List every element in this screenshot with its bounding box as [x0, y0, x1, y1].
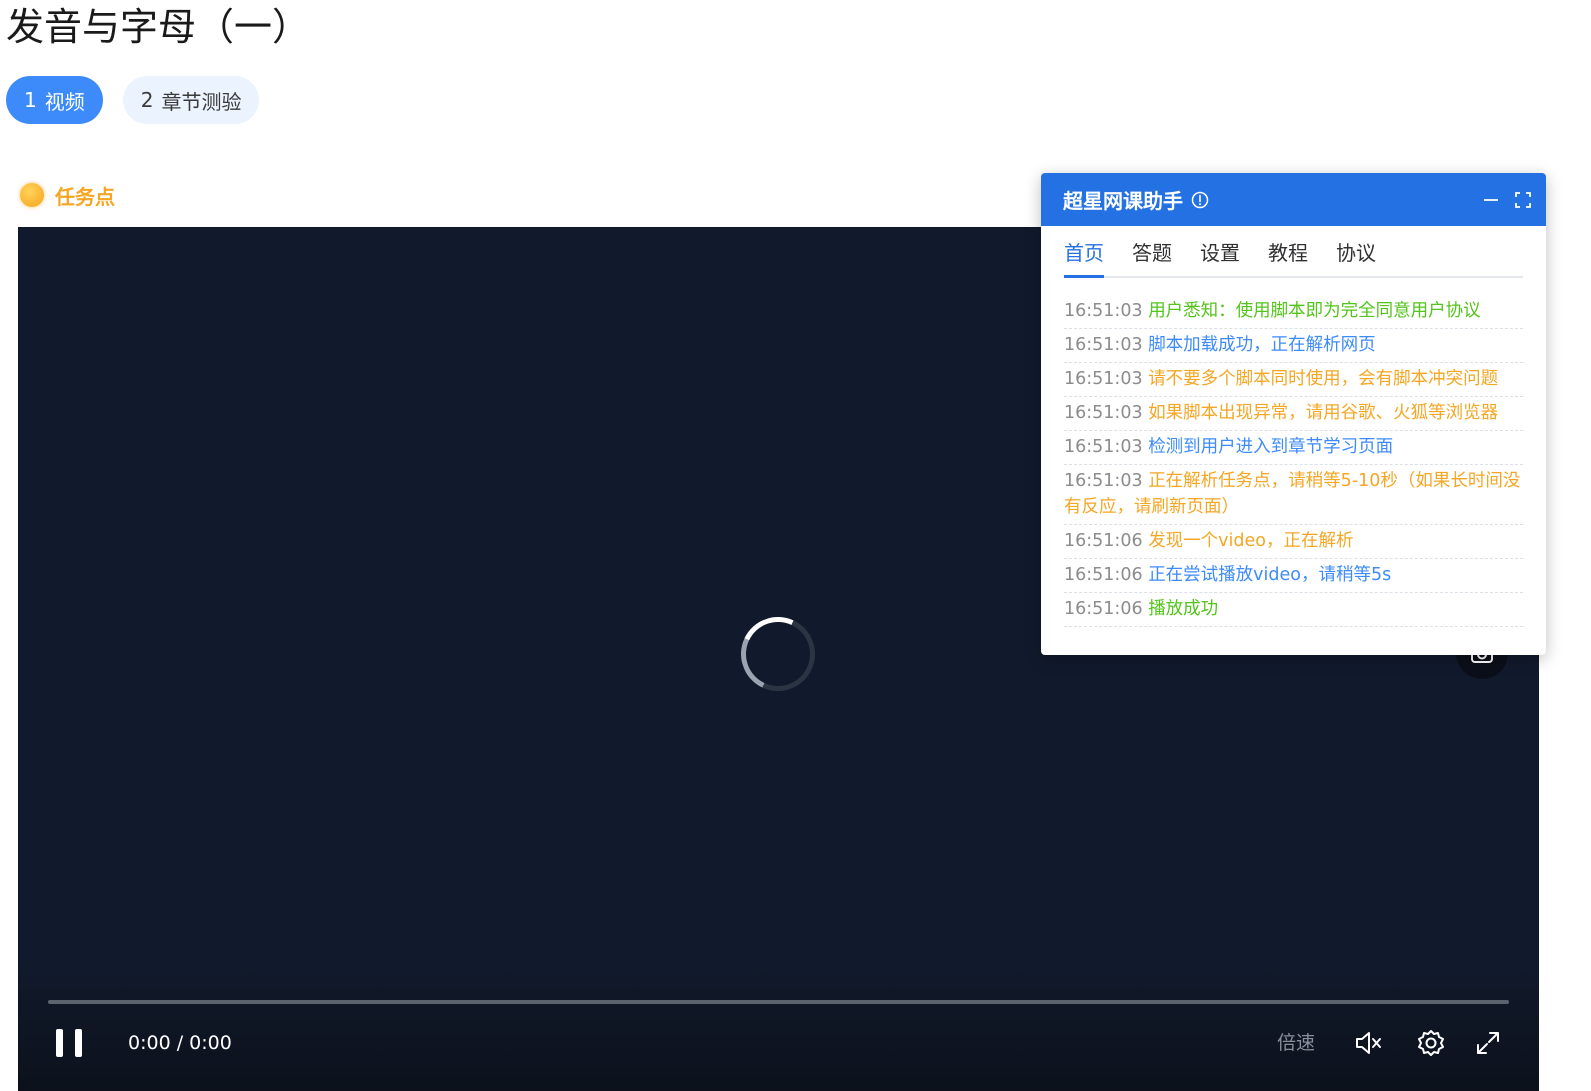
helper-title-text: 超星网课助手 — [1063, 189, 1183, 213]
step-index: 2 — [140, 88, 154, 112]
log-time: 16:51:03 — [1064, 369, 1143, 389]
helper-title: 超星网课助手 — [1063, 173, 1209, 226]
step-tab-video[interactable]: 1 视频 — [6, 76, 103, 124]
pause-icon-bar — [75, 1029, 82, 1057]
helper-tab-tutorial[interactable]: 教程 — [1268, 226, 1308, 276]
minimize-icon — [1484, 198, 1498, 201]
pause-icon — [56, 1029, 63, 1057]
fullscreen-icon — [1515, 191, 1531, 208]
log-time: 16:51:03 — [1064, 471, 1143, 491]
pause-button[interactable] — [56, 1029, 82, 1057]
log-time: 16:51:03 — [1064, 437, 1143, 457]
spinner-icon — [730, 606, 826, 702]
log-entry: 16:51:03 请不要多个脚本同时使用，会有脚本冲突问题 — [1064, 363, 1523, 397]
helper-tab-agreement[interactable]: 协议 — [1336, 226, 1376, 276]
task-point: 任务点 — [20, 180, 115, 210]
minimize-button[interactable] — [1482, 191, 1500, 209]
step-index: 1 — [24, 88, 37, 112]
controls-shade — [18, 961, 1539, 1091]
log-entry: 16:51:06 发现一个video，正在解析 — [1064, 525, 1523, 559]
log-message: 播放成功 — [1148, 599, 1219, 619]
log-entry: 16:51:03 脚本加载成功，正在解析网页 — [1064, 329, 1523, 363]
step-tabs: 1 视频 2 章节测验 — [6, 76, 260, 124]
fullscreen-button[interactable] — [1472, 1027, 1504, 1059]
task-dot-icon — [20, 183, 44, 207]
step-tab-chapter-quiz[interactable]: 2 章节测验 — [122, 76, 260, 124]
helper-tab-answer[interactable]: 答题 — [1132, 226, 1172, 276]
log-entry: 16:51:06 正在尝试播放video，请稍等5s — [1064, 559, 1523, 593]
log-time: 16:51:03 — [1064, 403, 1143, 423]
log-entry: 16:51:06 播放成功 — [1064, 593, 1523, 627]
expand-icon — [1477, 1032, 1499, 1054]
helper-tabs: 首页 答题 设置 教程 协议 — [1064, 226, 1523, 278]
log-list: 16:51:03 用户悉知：使用脚本即为完全同意用户协议 16:51:03 脚本… — [1064, 295, 1523, 627]
info-icon[interactable] — [1191, 191, 1209, 209]
settings-button[interactable] — [1415, 1027, 1447, 1059]
helper-panel[interactable]: 超星网课助手 首页 答题 设置 教程 协议 16:51:03 用户悉知：使用脚本… — [1041, 173, 1546, 655]
log-time: 16:51:06 — [1064, 531, 1143, 551]
log-message: 发现一个video，正在解析 — [1148, 531, 1354, 551]
log-message: 脚本加载成功，正在解析网页 — [1148, 335, 1376, 355]
log-entry: 16:51:03 用户悉知：使用脚本即为完全同意用户协议 — [1064, 295, 1523, 329]
helper-header[interactable]: 超星网课助手 — [1041, 173, 1546, 226]
helper-header-actions — [1482, 173, 1532, 226]
page-title: 发音与字母（一） — [6, 5, 311, 49]
log-entry: 16:51:03 检测到用户进入到章节学习页面 — [1064, 431, 1523, 465]
step-label: 视频 — [44, 89, 85, 114]
log-message: 如果脚本出现异常，请用谷歌、火狐等浏览器 — [1148, 403, 1499, 423]
log-message: 正在尝试播放video，请稍等5s — [1148, 565, 1392, 585]
time-display: 0:00 / 0:00 — [128, 1032, 232, 1054]
log-message: 检测到用户进入到章节学习页面 — [1148, 437, 1394, 457]
step-label: 章节测验 — [161, 89, 242, 114]
gear-icon — [1418, 1030, 1444, 1056]
log-entry: 16:51:03 如果脚本出现异常，请用谷歌、火狐等浏览器 — [1064, 397, 1523, 431]
log-time: 16:51:03 — [1064, 301, 1143, 321]
maximize-button[interactable] — [1514, 191, 1532, 209]
helper-tab-settings[interactable]: 设置 — [1200, 226, 1240, 276]
progress-bar[interactable] — [48, 1000, 1509, 1004]
log-entry: 16:51:03 正在解析任务点，请稍等5-10秒（如果长时间没有反应，请刷新页… — [1064, 465, 1523, 525]
playback-speed-button[interactable]: 倍速 — [1277, 1029, 1315, 1057]
helper-tab-home[interactable]: 首页 — [1064, 226, 1104, 278]
log-time: 16:51:06 — [1064, 565, 1143, 585]
mute-button[interactable] — [1352, 1027, 1384, 1059]
volume-muted-icon — [1356, 1032, 1381, 1054]
task-point-label: 任务点 — [55, 184, 115, 209]
log-message: 用户悉知：使用脚本即为完全同意用户协议 — [1148, 301, 1481, 321]
log-time: 16:51:03 — [1064, 335, 1143, 355]
log-time: 16:51:06 — [1064, 599, 1143, 619]
log-message: 请不要多个脚本同时使用，会有脚本冲突问题 — [1148, 369, 1499, 389]
